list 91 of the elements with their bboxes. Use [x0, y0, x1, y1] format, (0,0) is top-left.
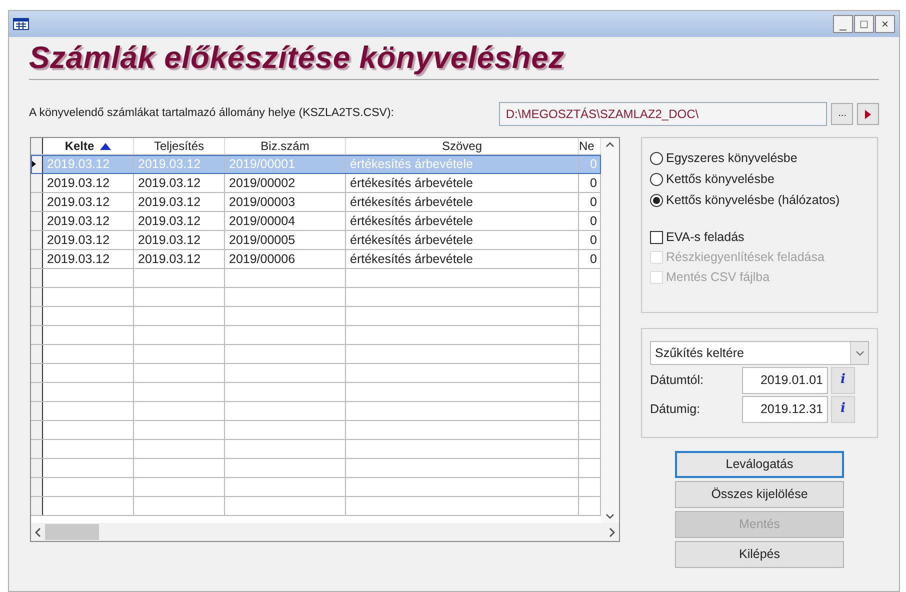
scroll-down-icon — [606, 514, 614, 519]
table-cell: értékesítés árbevétele — [346, 212, 579, 230]
column-header[interactable]: Biz.szám — [225, 138, 346, 154]
row-selector[interactable] — [31, 174, 43, 192]
row-selector[interactable] — [31, 345, 43, 363]
maximize-button[interactable]: □ — [854, 15, 874, 33]
horizontal-scrollbar[interactable] — [31, 523, 619, 541]
table-cell: 2019.03.12 — [43, 212, 134, 230]
table-row[interactable]: 2019.03.12 2019.03.12 2019/00006 értékesítés árbevétele 0 — [31, 250, 601, 269]
path-label: A könyvelendő számlákat tartalmazó állomány helye (KSZLA2TS.CSV): — [29, 106, 395, 122]
table-cell: 2019/00006 — [225, 250, 346, 268]
scroll-left-icon — [35, 528, 41, 536]
info-button[interactable]: i — [831, 366, 855, 394]
table-cell: értékesítés árbevétele — [346, 193, 579, 211]
action-button[interactable]: Kilépés — [675, 541, 844, 568]
table-cell: értékesítés árbevétele — [346, 231, 579, 249]
table-cell: értékesítés árbevétele — [346, 155, 579, 173]
action-button[interactable]: Összes kijelölése — [675, 481, 844, 508]
date-field[interactable]: 2019.01.01 — [742, 366, 828, 394]
row-selector[interactable] — [31, 193, 43, 211]
row-selector[interactable] — [31, 155, 43, 173]
row-selector[interactable] — [31, 250, 43, 268]
table-cell: 2019/00002 — [225, 174, 346, 192]
radio-button[interactable] — [650, 194, 663, 207]
radio-button[interactable] — [650, 152, 663, 165]
table-row[interactable]: 2019.03.12 2019.03.12 2019/00003 értékesítés árbevétele 0 — [31, 193, 601, 212]
close-button[interactable]: × — [875, 15, 895, 33]
table-cell: 2019.03.12 — [43, 174, 134, 192]
table-cell: 2019.03.12 — [43, 155, 134, 173]
table-cell: 2019.03.12 — [134, 193, 225, 211]
path-field[interactable]: D:\MEGOSZTÁS\SZAMLAZ2_DOC\ — [498, 102, 828, 126]
filter-dropdown[interactable]: Szűkítés keltére — [650, 341, 869, 365]
table-cell: 2019.03.12 — [134, 250, 225, 268]
row-selector[interactable] — [31, 497, 43, 515]
grid-app-icon — [13, 18, 29, 30]
table-row[interactable]: 2019.03.12 2019.03.12 2019/00002 értékesítés árbevétele 0 — [31, 174, 601, 193]
info-button[interactable]: i — [831, 396, 855, 422]
action-button[interactable]: Leválogatás — [675, 451, 844, 478]
table-cell: 2019.03.12 — [134, 212, 225, 230]
vertical-scrollbar[interactable] — [601, 138, 619, 523]
sort-up-icon — [100, 142, 112, 150]
date-field[interactable]: 2019.12.31 — [742, 396, 828, 422]
scroll-up-icon — [606, 142, 614, 147]
date-label: Dátumtól: — [650, 372, 704, 389]
row-selector[interactable] — [31, 231, 43, 249]
row-selector[interactable] — [31, 478, 43, 496]
table-row[interactable]: 2019.03.12 2019.03.12 2019/00005 értékesítés árbevétele 0 — [31, 231, 601, 250]
row-selector[interactable] — [31, 138, 43, 154]
row-selector[interactable] — [31, 307, 43, 325]
row-selector[interactable] — [31, 459, 43, 477]
table-row[interactable]: 2019.03.12 2019.03.12 2019/00004 értékesítés árbevétele 0 — [31, 212, 601, 231]
chevron-down-icon — [856, 350, 864, 356]
radio-option[interactable]: Egyszeres könyvelésbe — [650, 148, 869, 169]
row-pointer-icon — [31, 160, 36, 168]
table-cell: 2019.03.12 — [43, 231, 134, 249]
scrollbar-thumb[interactable] — [45, 524, 99, 540]
checkbox-option[interactable]: EVA-s feladás — [650, 227, 869, 247]
table-cell: 2019/00005 — [225, 231, 346, 249]
table-cell: 2019/00004 — [225, 212, 346, 230]
row-selector[interactable] — [31, 288, 43, 306]
row-selector[interactable] — [31, 269, 43, 287]
table-cell: 2019.03.12 — [43, 193, 134, 211]
radio-option[interactable]: Kettős könyvelésbe (hálózatos) — [650, 190, 869, 211]
row-selector[interactable] — [31, 421, 43, 439]
play-arrow-icon — [865, 110, 872, 118]
date-label: Dátumig: — [650, 400, 702, 418]
row-selector[interactable] — [31, 402, 43, 420]
table-cell: 2019.03.12 — [134, 174, 225, 192]
open-button[interactable] — [857, 103, 879, 125]
radio-button[interactable] — [650, 173, 663, 186]
row-selector[interactable] — [31, 383, 43, 401]
column-header[interactable]: Kelte — [43, 138, 134, 154]
table-cell: 2019.03.12 — [134, 155, 225, 173]
table-cell: 2019/00001 — [225, 155, 346, 173]
column-header[interactable]: Teljesítés — [134, 138, 225, 154]
table-cell: 2019.03.12 — [134, 231, 225, 249]
table-cell: értékesítés árbevétele — [346, 174, 579, 192]
page-heading: Számlák előkészítése könyveléshez — [29, 39, 566, 77]
row-selector[interactable] — [31, 440, 43, 458]
table-cell: 2019.03.12 — [43, 250, 134, 268]
checkbox[interactable] — [650, 230, 663, 244]
column-header[interactable]: Szöveg — [346, 138, 579, 154]
scroll-right-icon — [609, 528, 615, 536]
row-selector[interactable] — [31, 212, 43, 230]
table-cell: értékesítés árbevétele — [346, 250, 579, 268]
table-cell: 2019/00003 — [225, 193, 346, 211]
row-selector[interactable] — [31, 364, 43, 382]
row-selector[interactable] — [31, 326, 43, 344]
browse-button[interactable]: ... — [831, 103, 854, 125]
minimize-button[interactable]: _ — [833, 15, 853, 33]
radio-option[interactable]: Kettős könyvelésbe — [650, 169, 869, 190]
